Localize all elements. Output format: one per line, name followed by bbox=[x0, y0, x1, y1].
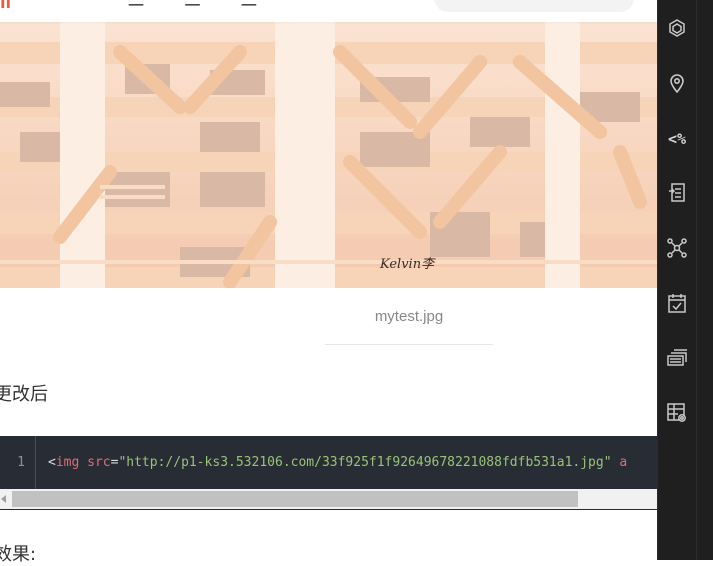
percent-code-label: <% bbox=[667, 130, 687, 148]
scroll-thumb[interactable] bbox=[12, 491, 578, 507]
table-settings-icon[interactable] bbox=[664, 400, 690, 426]
image-caption: mytest.jpg bbox=[325, 300, 493, 345]
code-text: <img src="http://p1-ks3.532106.com/33f92… bbox=[48, 455, 627, 470]
search-input[interactable] bbox=[434, 0, 634, 12]
paragraph-text-2: 效果: bbox=[0, 544, 37, 565]
cards-stack-icon[interactable] bbox=[664, 345, 690, 371]
code-token-open: < bbox=[48, 455, 56, 470]
percent-code-icon[interactable]: <% bbox=[664, 126, 690, 152]
code-token-string: "http://p1-ks3.532106.com/33f925f1f92649… bbox=[118, 455, 612, 470]
chatgpt-icon[interactable] bbox=[664, 15, 690, 41]
calendar-check-icon[interactable] bbox=[664, 290, 690, 316]
horizontal-scrollbar[interactable] bbox=[0, 489, 657, 509]
header-nav-fragment[interactable]: 一 一 一 bbox=[128, 0, 275, 16]
article-image: Kelvin李 bbox=[0, 22, 657, 288]
image-watermark: Kelvin李 bbox=[379, 257, 436, 272]
line-gutter: 1 bbox=[0, 436, 36, 490]
code-token-trailing: a bbox=[619, 455, 628, 470]
code-token-attr: src bbox=[87, 455, 111, 470]
right-sidebar: <% bbox=[657, 0, 713, 560]
network-graph-icon[interactable] bbox=[664, 235, 690, 261]
scroll-left-arrow-icon[interactable] bbox=[1, 495, 6, 503]
site-logo[interactable]: jj bbox=[0, 0, 44, 8]
site-header: jj 一 一 一 bbox=[0, 0, 657, 22]
paragraph-text: 更改后 bbox=[0, 384, 48, 405]
code-token-tag: img bbox=[55, 455, 80, 470]
document-export-icon[interactable] bbox=[664, 180, 690, 206]
code-line: 1 <img src="http://p1-ks3.532106.com/33f… bbox=[0, 436, 657, 490]
line-number: 1 bbox=[17, 455, 25, 470]
location-pin-icon[interactable] bbox=[664, 70, 690, 96]
sidebar-divider bbox=[696, 0, 697, 560]
